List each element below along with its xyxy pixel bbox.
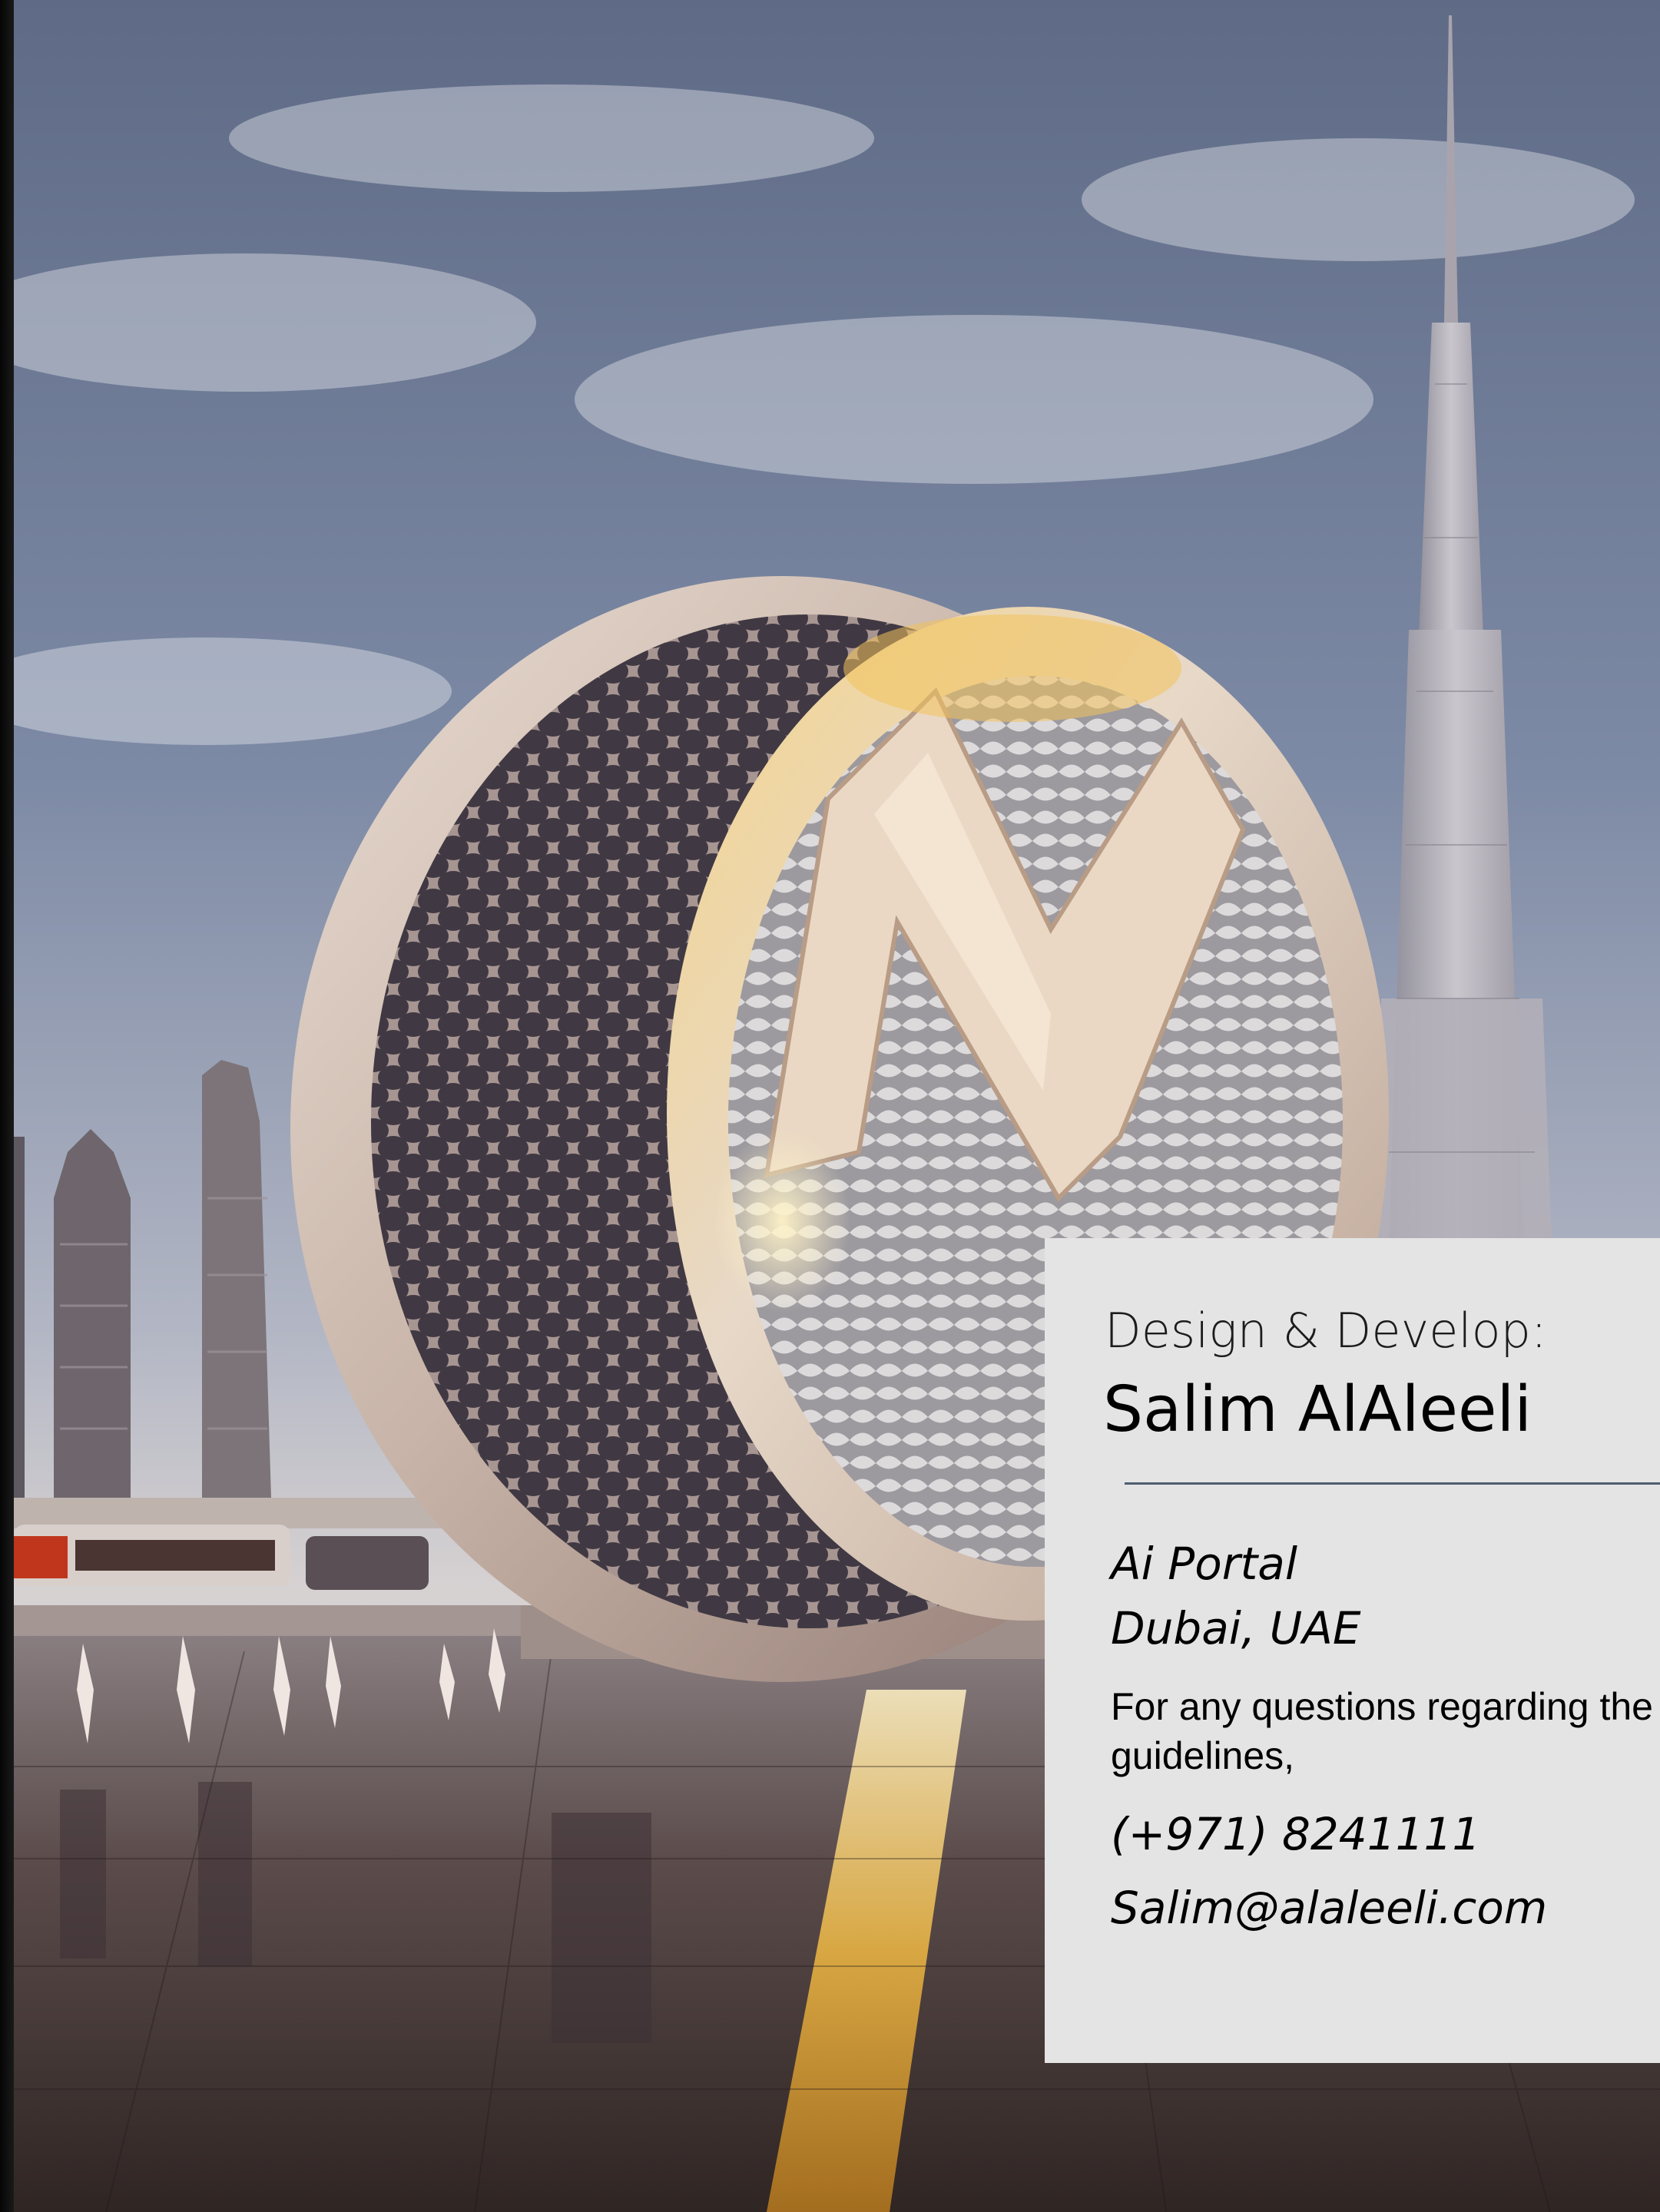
organization-location: Dubai, UAE bbox=[1111, 1602, 1361, 1654]
divider bbox=[1125, 1482, 1660, 1485]
designer-name: Salim AlAleeli bbox=[1103, 1373, 1532, 1446]
page-edge-shadow bbox=[0, 0, 14, 2212]
contact-card: Design & Develop: Salim AlAleeli Ai Port… bbox=[1045, 1238, 1660, 2063]
email-link[interactable]: Salim@alaleeli.com bbox=[1111, 1882, 1547, 1934]
organization-name: Ai Portal bbox=[1111, 1538, 1297, 1590]
brochure-back-cover: Design & Develop: Salim AlAleeli Ai Port… bbox=[0, 0, 1660, 2212]
credit-label: Design & Develop: bbox=[1105, 1303, 1547, 1359]
contact-note: For any questions regarding the and guid… bbox=[1111, 1685, 1660, 1777]
phone-number[interactable]: (+971) 8241111 bbox=[1111, 1808, 1480, 1860]
